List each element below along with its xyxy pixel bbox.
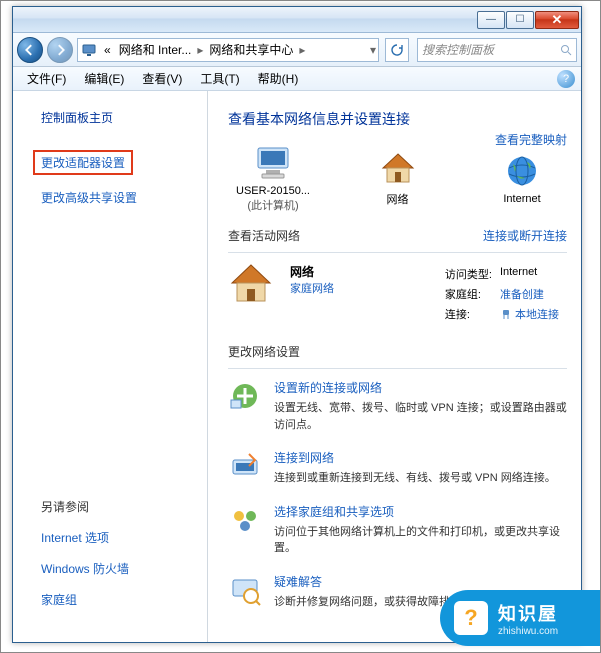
connection-label: 连接:: [445, 305, 498, 323]
network-name: 网络: [290, 263, 431, 280]
navbar: « 网络和 Inter... ▸ 网络和共享中心 ▸ ▾ 搜索控制面板: [13, 33, 581, 67]
homegroup-link[interactable]: 准备创建: [500, 285, 565, 303]
menu-tools[interactable]: 工具(T): [192, 68, 247, 89]
connect-disconnect-link[interactable]: 连接或断开连接: [483, 227, 567, 244]
search-placeholder: 搜索控制面板: [422, 41, 494, 58]
breadcrumb-segment-1[interactable]: 网络和 Inter...: [115, 39, 196, 61]
task-desc: 连接到或重新连接到无线、有线、拨号或 VPN 网络连接。: [274, 470, 556, 487]
sidebar-control-panel-home[interactable]: 控制面板主页: [41, 109, 207, 126]
connection-link[interactable]: 本地连接: [500, 305, 565, 323]
active-networks-heading: 查看活动网络: [228, 227, 300, 244]
task-setup-connection[interactable]: 设置新的连接或网络 设置无线、宽带、拨号、临时或 VPN 连接；或设置路由器或访…: [228, 379, 567, 433]
sidebar-change-adapter-settings[interactable]: 更改适配器设置: [33, 150, 133, 175]
chevron-right-icon: ▸: [195, 43, 205, 57]
sidebar-windows-firewall[interactable]: Windows 防火墙: [41, 560, 207, 577]
network-details: 访问类型:Internet 家庭组:准备创建 连接: 本地连接: [443, 263, 567, 325]
window: — ☐ ✕ « 网络和 Inter... ▸ 网络和共享中心 ▸ ▾ 搜索控制面…: [12, 6, 582, 643]
chevron-down-icon[interactable]: ▾: [368, 43, 378, 57]
menu-file[interactable]: 文件(F): [19, 68, 74, 89]
task-desc: 访问位于其他网络计算机上的文件和打印机，或更改共享设置。: [274, 524, 567, 557]
troubleshoot-icon: [228, 573, 262, 607]
chevron-right-icon: ▸: [297, 43, 307, 57]
setup-connection-icon: [228, 379, 262, 413]
task-title[interactable]: 疑难解答: [274, 573, 494, 590]
node-internet[interactable]: Internet: [477, 151, 567, 205]
breadcrumb-prefix[interactable]: «: [100, 39, 115, 61]
sidebar-see-also-heading: 另请参阅: [41, 498, 207, 515]
task-title[interactable]: 连接到网络: [274, 449, 556, 466]
house-icon: [228, 263, 278, 325]
page-title: 查看基本网络信息并设置连接: [228, 109, 567, 129]
connect-network-icon: [228, 449, 262, 483]
watermark-badge: ? 知识屋 zhishiwu.com: [440, 590, 600, 646]
house-icon: [353, 149, 443, 189]
arrow-right-icon: [54, 44, 66, 56]
menu-edit[interactable]: 编辑(E): [76, 68, 132, 89]
forward-button[interactable]: [47, 37, 73, 63]
task-title[interactable]: 设置新的连接或网络: [274, 379, 567, 396]
network-icon: [80, 41, 98, 59]
sidebar-advanced-sharing[interactable]: 更改高级共享设置: [41, 189, 207, 206]
computer-icon: [228, 143, 318, 183]
menubar: 文件(F) 编辑(E) 查看(V) 工具(T) 帮助(H) ?: [13, 67, 581, 91]
task-homegroup-sharing[interactable]: 选择家庭组和共享选项 访问位于其他网络计算机上的文件和打印机，或更改共享设置。: [228, 503, 567, 557]
close-button[interactable]: ✕: [535, 11, 579, 29]
content: 查看基本网络信息并设置连接 查看完整映射 USER-20150... (此计算机…: [208, 91, 581, 642]
search-icon: [560, 44, 572, 56]
access-type-value: Internet: [500, 265, 565, 283]
network-type-link[interactable]: 家庭网络: [290, 280, 431, 296]
node-this-pc[interactable]: USER-20150... (此计算机): [228, 143, 318, 213]
minimize-button[interactable]: —: [477, 11, 505, 29]
node-network-label: 网络: [353, 191, 443, 207]
breadcrumb[interactable]: « 网络和 Inter... ▸ 网络和共享中心 ▸ ▾: [77, 38, 379, 62]
divider: [228, 368, 567, 369]
help-button[interactable]: ?: [557, 70, 575, 88]
node-pc-label: USER-20150...: [228, 185, 318, 197]
access-type-label: 访问类型:: [445, 265, 498, 283]
menu-help[interactable]: 帮助(H): [250, 68, 307, 89]
maximize-button[interactable]: ☐: [506, 11, 534, 29]
badge-url: zhishiwu.com: [498, 626, 558, 637]
refresh-icon: [390, 43, 404, 57]
badge-title: 知识屋: [498, 600, 558, 626]
menu-view[interactable]: 查看(V): [134, 68, 190, 89]
plug-icon: [500, 309, 512, 321]
task-title[interactable]: 选择家庭组和共享选项: [274, 503, 567, 520]
search-input[interactable]: 搜索控制面板: [417, 38, 577, 62]
sidebar: 控制面板主页 更改适配器设置 更改高级共享设置 另请参阅 Internet 选项…: [13, 91, 208, 642]
breadcrumb-segment-2[interactable]: 网络和共享中心: [205, 39, 297, 61]
refresh-button[interactable]: [385, 38, 409, 62]
node-internet-label: Internet: [477, 193, 567, 205]
homegroup-icon: [228, 503, 262, 537]
active-network-item: 网络 家庭网络 访问类型:Internet 家庭组:准备创建 连接: 本地连接: [228, 263, 567, 325]
network-map: USER-20150... (此计算机) 网络 Internet: [228, 143, 567, 213]
divider: [228, 252, 567, 253]
task-connect-network[interactable]: 连接到网络 连接到或重新连接到无线、有线、拨号或 VPN 网络连接。: [228, 449, 567, 487]
globe-icon: [477, 151, 567, 191]
node-network[interactable]: 网络: [353, 149, 443, 207]
badge-icon: ?: [454, 601, 488, 635]
change-settings-heading: 更改网络设置: [228, 343, 300, 360]
node-pc-sublabel: (此计算机): [228, 197, 318, 213]
homegroup-label: 家庭组:: [445, 285, 498, 303]
titlebar: — ☐ ✕: [13, 7, 581, 33]
arrow-left-icon: [24, 44, 36, 56]
sidebar-internet-options[interactable]: Internet 选项: [41, 529, 207, 546]
back-button[interactable]: [17, 37, 43, 63]
task-desc: 设置无线、宽带、拨号、临时或 VPN 连接；或设置路由器或访问点。: [274, 400, 567, 433]
sidebar-homegroup[interactable]: 家庭组: [41, 591, 207, 608]
